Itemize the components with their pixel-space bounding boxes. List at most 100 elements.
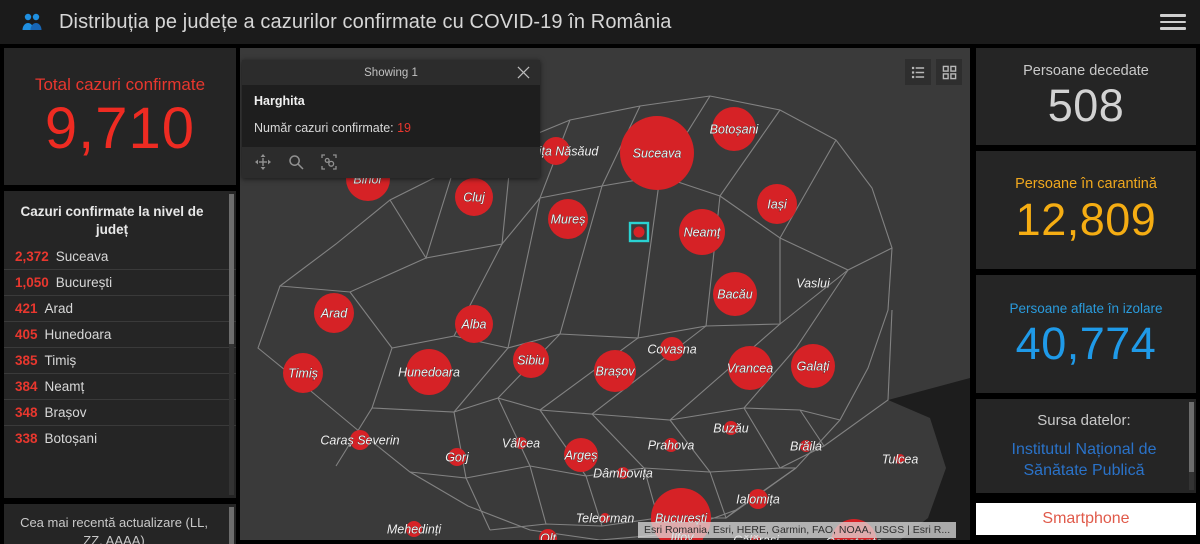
county-map-label: Arad — [320, 307, 348, 321]
related-records-icon[interactable] — [321, 154, 338, 171]
total-cases-label: Total cazuri confirmate — [34, 75, 206, 95]
isolation-label: Persoane aflate în izolare — [1009, 300, 1163, 316]
popup-field-value: 19 — [397, 121, 412, 135]
county-name: Timiș — [44, 353, 77, 368]
county-map-label: Iași — [767, 198, 788, 212]
county-case-count: 2,372 — [15, 248, 49, 264]
county-list-item[interactable]: 405 Hunedoara — [4, 321, 236, 347]
county-name: Hunedoara — [44, 327, 112, 342]
update-panel-scrollbar[interactable] — [229, 507, 234, 544]
smartphone-button-label: Smartphone — [1042, 510, 1130, 527]
county-map-label: Mureș — [551, 213, 586, 227]
county-map-label: Argeș — [564, 449, 598, 463]
county-map-label: Prahova — [648, 439, 695, 453]
county-list-item[interactable]: 338 Botoșani — [4, 425, 236, 451]
data-source-label: Sursa datelor: — [1037, 412, 1131, 429]
county-cases-panel: Cazuri confirmate la nivel de județ 2,37… — [4, 191, 236, 498]
county-list-item[interactable]: 348 Brașov — [4, 399, 236, 425]
county-map-label: Tulcea — [882, 453, 919, 467]
county-map-label: Covasna — [647, 343, 696, 357]
county-map-label: Suceava — [633, 147, 682, 161]
county-map-label: Botoșani — [710, 123, 760, 137]
county-name: Botoșani — [44, 431, 98, 446]
county-map-label: Gorj — [445, 451, 470, 465]
county-map-label: Brăila — [790, 440, 822, 454]
county-name: Neamț — [44, 379, 85, 394]
pan-icon[interactable] — [255, 154, 272, 171]
close-icon[interactable] — [515, 64, 532, 81]
quarantine-panel: Persoane în carantină 12,809 — [976, 151, 1196, 269]
list-view-icon[interactable] — [905, 59, 931, 85]
county-map-label: Vâlcea — [502, 437, 540, 451]
total-cases-value: 9,710 — [44, 96, 196, 162]
county-map-label: Olt — [540, 532, 557, 541]
popup-feature-title: Harghita — [254, 94, 305, 108]
county-map-label: Sibiu — [517, 354, 545, 368]
page-title: Distribuția pe județe a cazurilor confir… — [59, 10, 672, 33]
deaths-panel: Persoane decedate 508 — [976, 48, 1196, 145]
map-tool-buttons — [905, 59, 962, 85]
app-header: Distribuția pe județe a cazurilor confir… — [0, 0, 1200, 44]
county-name: Suceava — [55, 248, 109, 264]
data-source-panel: Sursa datelor: Institutul Național de Să… — [976, 399, 1196, 493]
source-panel-scrollbar[interactable] — [1189, 402, 1194, 490]
people-group-icon — [19, 9, 45, 35]
county-map-label: Mehedinți — [387, 523, 442, 537]
hamburger-menu-icon[interactable] — [1160, 11, 1186, 33]
county-map-label: Cluj — [463, 191, 486, 205]
county-case-count: 1,050 — [15, 275, 49, 290]
quarantine-value: 12,809 — [1015, 194, 1157, 246]
county-map-label: Ialomița — [736, 493, 780, 507]
map-attribution: Esri Romania, Esri, HERE, Garmin, FAO, N… — [638, 522, 957, 538]
data-source-link[interactable]: Institutul Național de Sănătate Publică — [976, 429, 1196, 482]
county-map-label: Alba — [460, 318, 486, 332]
popup-field-row: Număr cazuri confirmate: 19 — [254, 121, 528, 135]
county-case-count: 421 — [15, 301, 38, 316]
county-list-item[interactable]: 1,050 București — [4, 269, 236, 295]
isolation-panel: Persoane aflate în izolare 40,774 — [976, 275, 1196, 393]
popup-body: Harghita Număr cazuri confirmate: 19 — [242, 85, 540, 147]
county-map-label: Teleorman — [576, 512, 635, 526]
deaths-label: Persoane decedate — [1023, 63, 1149, 80]
county-case-count: 405 — [15, 327, 38, 342]
county-cases-title: Cazuri confirmate la nivel de județ — [20, 204, 204, 238]
smartphone-button[interactable]: Smartphone — [976, 503, 1196, 535]
zoom-icon[interactable] — [288, 154, 305, 171]
county-list-item[interactable]: 385 Timiș — [4, 347, 236, 373]
isolation-value: 40,774 — [1015, 317, 1157, 369]
county-list-scrollbar[interactable] — [229, 194, 234, 495]
county-map-label: Galați — [797, 360, 831, 374]
popup-action-bar — [242, 147, 540, 178]
county-list-item[interactable]: 2,372 Suceava — [4, 243, 236, 269]
county-map-label: Buzău — [713, 422, 748, 436]
popup-header: Showing 1 — [242, 60, 540, 85]
map-view[interactable]: Bihor Cluj Bistrița Năsăud Suceava Botoșani I… — [240, 48, 970, 540]
county-cases-list[interactable]: 2,372 Suceava 1,050 București 421 Arad 405 Hune… — [4, 243, 236, 498]
county-map-label: Bacău — [717, 288, 752, 302]
county-name: București — [55, 275, 113, 290]
harghita-marker[interactable] — [633, 226, 645, 238]
county-case-count: 338 — [15, 431, 38, 446]
county-map-label: Vaslui — [796, 277, 831, 291]
last-update-label: Cea mai recentă actualizare (LL, ZZ, AAA… — [20, 515, 208, 544]
county-case-count: 385 — [15, 353, 38, 368]
county-list-item[interactable]: 384 Neamț — [4, 373, 236, 399]
county-map-label: Neamț — [684, 226, 721, 240]
popup-field-label: Număr cazuri confirmate: — [254, 121, 394, 135]
county-name: Brașov — [44, 405, 87, 420]
grid-view-icon[interactable] — [936, 59, 962, 85]
dashboard-root: Distribuția pe județe a cazurilor confir… — [0, 0, 1200, 544]
county-map-label: Brașov — [596, 365, 636, 379]
right-sidebar: Persoane decedate 508 Persoane în carant… — [976, 48, 1196, 540]
popup-showing-count: Showing 1 — [364, 66, 418, 79]
county-list-item[interactable]: 421 Arad — [4, 295, 236, 321]
left-sidebar: Total cazuri confirmate 9,710 Cazuri con… — [4, 48, 236, 544]
county-case-count: 348 — [15, 405, 38, 420]
county-map-label: Hunedoara — [398, 366, 460, 380]
feature-popup[interactable]: Showing 1 Harghita Număr cazuri confirma… — [242, 60, 540, 178]
county-map-label: Caraș Severin — [320, 434, 399, 448]
county-map-label: Timiș — [288, 367, 318, 381]
county-map-label: Dâmbovița — [593, 467, 653, 481]
last-update-panel: Cea mai recentă actualizare (LL, ZZ, AAA… — [4, 504, 236, 544]
county-case-count: 384 — [15, 379, 38, 394]
